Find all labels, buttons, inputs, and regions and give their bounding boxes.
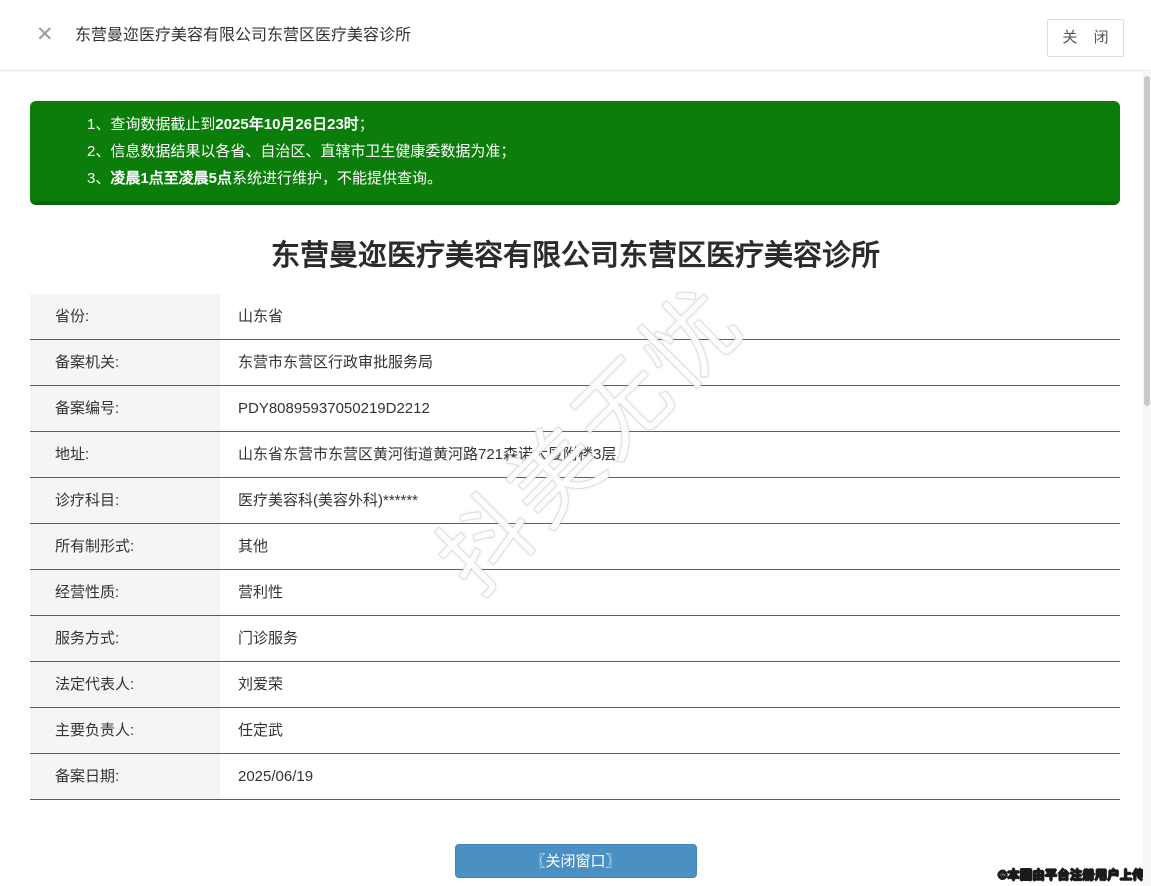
field-value: PDY80895937050219D2212 <box>220 386 1120 431</box>
table-row: 备案编号: PDY80895937050219D2212 <box>30 386 1120 432</box>
copyright-note: ©本图由平台注册用户上传 <box>998 868 1145 883</box>
field-value: 营利性 <box>220 570 1120 615</box>
close-icon[interactable]: ✕ <box>36 23 54 47</box>
field-value: 医疗美容科(美容外科)****** <box>220 478 1120 523</box>
notice-banner: 1、查询数据截止到2025年10月26日23时； 2、信息数据结果以各省、自治区、… <box>30 101 1120 205</box>
field-label: 诊疗科目: <box>30 478 220 523</box>
notice-text: 2025年10月26日23时 <box>215 116 359 133</box>
table-row: 所有制形式: 其他 <box>30 524 1120 570</box>
table-row: 主要负责人: 任定武 <box>30 708 1120 754</box>
table-row: 备案日期: 2025/06/19 <box>30 754 1120 800</box>
field-label: 经营性质: <box>30 570 220 615</box>
table-row: 省份: 山东省 <box>30 294 1120 340</box>
field-value: 东营市东营区行政审批服务局 <box>220 340 1120 385</box>
field-value: 其他 <box>220 524 1120 569</box>
notice-text: 系统进行维护，不能提供查询。 <box>232 170 443 187</box>
field-label: 备案编号: <box>30 386 220 431</box>
field-value: 2025/06/19 <box>220 754 1120 799</box>
page-title: 东营曼迩医疗美容有限公司东营区医疗美容诊所 <box>270 240 880 272</box>
field-label: 备案日期: <box>30 754 220 799</box>
table-row: 诊疗科目: 医疗美容科(美容外科)****** <box>30 478 1120 524</box>
table-row: 经营性质: 营利性 <box>30 570 1120 616</box>
field-label: 省份: <box>30 294 220 339</box>
close-window-button[interactable]: 〖关闭窗口〗 <box>454 844 697 878</box>
field-label: 地址: <box>30 432 220 477</box>
close-button[interactable]: 关 闭 <box>1047 19 1124 57</box>
notice-text: ； <box>358 116 374 133</box>
notice-text: 信息数据结果以各省、自治区、直辖市卫生健康委数据为准； <box>110 143 516 160</box>
field-value: 任定武 <box>220 708 1120 753</box>
info-table: 省份: 山东省 备案机关: 东营市东营区行政审批服务局 备案编号: PDY80895937… <box>30 294 1120 800</box>
scrollbar[interactable] <box>1143 72 1151 886</box>
table-row: 服务方式: 门诊服务 <box>30 616 1120 662</box>
notice-text: 查询数据截止到 <box>110 116 216 133</box>
notice-line-number: 3、 <box>87 170 111 187</box>
field-value: 山东省 <box>220 294 1120 339</box>
notice-line: 3、凌晨1点至凌晨5点系统进行维护，不能提供查询。 <box>87 165 1100 192</box>
field-label: 服务方式: <box>30 616 220 661</box>
window-titlebar: ✕ 东营曼迩医疗美容有限公司东营区医疗美容诊所 关 闭 <box>0 0 1151 71</box>
notice-text: 凌晨1点至凌晨5点 <box>110 170 233 187</box>
field-label: 所有制形式: <box>30 524 220 569</box>
footer-actions: 〖关闭窗口〗 <box>0 844 1151 878</box>
notice-line-number: 1、 <box>87 116 111 133</box>
field-value: 山东省东营市东营区黄河街道黄河路721森诺大厦附楼3层 <box>220 432 1120 477</box>
notice-line: 1、查询数据截止到2025年10月26日23时； <box>87 111 1100 138</box>
field-value: 刘爱荣 <box>220 662 1120 707</box>
field-label: 主要负责人: <box>30 708 220 753</box>
table-row: 地址: 山东省东营市东营区黄河街道黄河路721森诺大厦附楼3层 <box>30 432 1120 478</box>
scrollbar-thumb[interactable] <box>1144 76 1150 406</box>
table-row: 备案机关: 东营市东营区行政审批服务局 <box>30 340 1120 386</box>
table-row: 法定代表人: 刘爱荣 <box>30 662 1120 708</box>
notice-line: 2、信息数据结果以各省、自治区、直辖市卫生健康委数据为准； <box>87 138 1100 165</box>
page-content: 1、查询数据截止到2025年10月26日23时； 2、信息数据结果以各省、自治区、… <box>0 72 1151 886</box>
field-label: 法定代表人: <box>30 662 220 707</box>
field-label: 备案机关: <box>30 340 220 385</box>
window-title: 东营曼迩医疗美容有限公司东营区医疗美容诊所 <box>75 27 412 44</box>
field-value: 门诊服务 <box>220 616 1120 661</box>
notice-line-number: 2、 <box>87 143 111 160</box>
